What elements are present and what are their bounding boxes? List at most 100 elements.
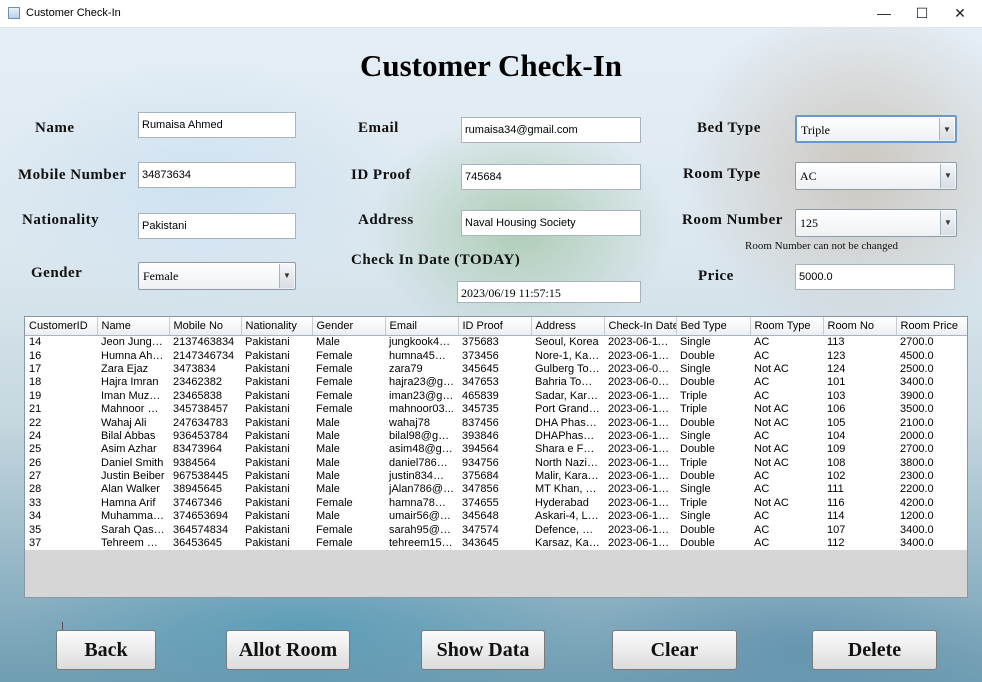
table-cell: 3400.0 bbox=[896, 376, 967, 390]
column-header[interactable]: Address bbox=[531, 317, 605, 336]
room-number-note: Room Number can not be changed bbox=[745, 240, 899, 252]
table-cell: AC bbox=[750, 429, 823, 444]
table-cell: AC bbox=[750, 523, 823, 537]
back-button[interactable]: Back bbox=[56, 630, 156, 670]
table-cell: 23462382 bbox=[169, 376, 241, 390]
close-icon[interactable]: ✕ bbox=[952, 5, 968, 21]
mobile-label: Mobile Number bbox=[18, 167, 127, 183]
table-cell: 23465838 bbox=[169, 389, 241, 403]
bed-type-select[interactable]: Triple ▼ bbox=[795, 115, 957, 143]
gender-select[interactable]: Female ▼ bbox=[138, 262, 296, 290]
table-cell: 22 bbox=[25, 416, 97, 430]
customer-table[interactable]: CustomerID Name Mobile No Nationality Gender… bbox=[24, 316, 968, 598]
column-header[interactable]: Bed Type bbox=[676, 317, 751, 336]
table-cell: 111 bbox=[823, 483, 896, 497]
address-label: Address bbox=[358, 212, 414, 228]
window-title: Customer Check-In bbox=[26, 7, 121, 19]
price-field[interactable]: 5000.0 bbox=[795, 264, 955, 290]
table-row[interactable]: 33 Hamna Arif 37467346 Pakistani Female hamna… bbox=[25, 496, 967, 511]
table-cell: Single bbox=[676, 429, 750, 444]
chevron-down-icon[interactable]: ▼ bbox=[279, 264, 294, 288]
table-cell: 37 bbox=[25, 536, 97, 551]
table-cell: Port Grand, ... bbox=[531, 402, 604, 417]
table-cell: Not AC bbox=[750, 416, 823, 430]
table-cell: hamna78@g... bbox=[385, 496, 458, 511]
table-row[interactable]: 28 Alan Walker 38945645 Pakistani Male jAlan7… bbox=[25, 483, 967, 497]
table-row[interactable]: 24 Bilal Abbas 936453784 Pakistani Male bilal… bbox=[25, 429, 967, 444]
table-header: CustomerID Name Mobile No Nationality Gender… bbox=[25, 317, 967, 336]
column-header[interactable]: Mobile No bbox=[169, 317, 242, 336]
column-header[interactable]: Email bbox=[385, 317, 459, 336]
column-header[interactable]: ID Proof bbox=[458, 317, 532, 336]
table-cell: Male bbox=[312, 483, 385, 497]
name-field[interactable]: Rumaisa Ahmed bbox=[138, 112, 296, 138]
id-proof-label: ID Proof bbox=[351, 167, 411, 183]
table-cell: 2300.0 bbox=[896, 469, 967, 484]
column-header[interactable]: Gender bbox=[312, 317, 386, 336]
table-cell: Double bbox=[676, 469, 750, 484]
show-data-button[interactable]: Show Data bbox=[421, 630, 545, 670]
address-field[interactable]: Naval Housing Society bbox=[461, 210, 641, 236]
table-cell: Pakistani bbox=[241, 510, 312, 524]
table-row[interactable]: 25 Asim Azhar 83473964 Pakistani Male asim48@… bbox=[25, 443, 967, 457]
column-header[interactable]: Name bbox=[97, 317, 170, 336]
maximize-icon[interactable]: ☐ bbox=[914, 5, 930, 21]
table-cell: Single bbox=[676, 362, 750, 377]
table-cell: 2023-06-14 0... bbox=[604, 523, 676, 537]
column-header[interactable]: Nationality bbox=[241, 317, 313, 336]
allot-room-button[interactable]: Allot Room bbox=[226, 630, 350, 670]
column-header[interactable]: Room No bbox=[823, 317, 897, 336]
column-header[interactable]: CustomerID bbox=[25, 317, 98, 336]
nationality-field[interactable]: Pakistani bbox=[138, 213, 296, 239]
table-cell: AC bbox=[750, 376, 823, 390]
table-cell: 3400.0 bbox=[896, 536, 967, 551]
table-cell: 2137463834 bbox=[169, 335, 241, 350]
table-cell: 106 bbox=[823, 402, 896, 417]
chevron-down-icon[interactable]: ▼ bbox=[939, 118, 954, 140]
table-cell: AC bbox=[750, 536, 823, 551]
table-row[interactable]: 21 Mahnoor Mu... 345738457 Pakistani Female m… bbox=[25, 402, 967, 417]
table-row[interactable]: 16 Humna Ahm... 2147346734 Pakistani Female h… bbox=[25, 349, 967, 363]
email-field[interactable]: rumaisa34@gmail.com bbox=[461, 117, 641, 143]
table-cell: 109 bbox=[823, 443, 896, 457]
table-row[interactable]: 26 Daniel Smith 9384564 Pakistani Male daniel… bbox=[25, 456, 967, 470]
table-cell: Male bbox=[312, 469, 385, 484]
table-row[interactable]: 22 Wahaj Ali 247634783 Pakistani Male wahaj78… bbox=[25, 416, 967, 430]
column-header[interactable]: Check-In Date bbox=[604, 317, 677, 336]
id-proof-field[interactable]: 745684 bbox=[461, 164, 641, 190]
chevron-down-icon[interactable]: ▼ bbox=[940, 211, 955, 235]
room-number-select[interactable]: 125 ▼ bbox=[795, 209, 957, 237]
column-header[interactable]: Room Type bbox=[750, 317, 824, 336]
table-cell: AC bbox=[750, 469, 823, 484]
delete-button[interactable]: Delete bbox=[812, 630, 937, 670]
table-cell: AC bbox=[750, 483, 823, 497]
table-cell: zara79 bbox=[385, 362, 458, 377]
table-cell: 2200.0 bbox=[896, 483, 967, 497]
table-row[interactable]: 17 Zara Ejaz 3473834 Pakistani Female zara79 3… bbox=[25, 362, 967, 377]
table-cell: AC bbox=[750, 389, 823, 403]
name-label: Name bbox=[35, 120, 75, 136]
table-row[interactable]: 14 Jeon Jungko... 2137463834 Pakistani Male j… bbox=[25, 335, 967, 350]
table-row[interactable]: 34 Muhammad ... 374653694 Pakistani Male umai… bbox=[25, 510, 967, 524]
table-cell: 837456 bbox=[458, 416, 531, 430]
mobile-field[interactable]: 34873634 bbox=[138, 162, 296, 188]
table-cell: AC bbox=[750, 349, 823, 363]
page-title: Customer Check-In bbox=[359, 48, 623, 83]
column-header[interactable]: Room Price bbox=[896, 317, 967, 336]
table-cell: Female bbox=[312, 389, 385, 403]
table-row[interactable]: 18 Hajra Imran 23462382 Pakistani Female hajr… bbox=[25, 376, 967, 390]
chevron-down-icon[interactable]: ▼ bbox=[940, 164, 955, 188]
table-cell: 2700.0 bbox=[896, 443, 967, 457]
table-row[interactable]: 19 Iman Muzaffar 23465838 Pakistani Female im… bbox=[25, 389, 967, 403]
table-row[interactable]: 37 Tehreem Rao 36453645 Pakistani Female tehr… bbox=[25, 536, 967, 551]
table-cell: 9384564 bbox=[169, 456, 241, 470]
room-type-select[interactable]: AC ▼ bbox=[795, 162, 957, 190]
table-row[interactable]: 27 Justin Beiber 967538445 Pakistani Male jus… bbox=[25, 469, 967, 484]
table-cell: Not AC bbox=[750, 362, 823, 377]
minimize-icon[interactable]: — bbox=[876, 5, 892, 21]
table-cell: 2023-06-18 1... bbox=[604, 469, 676, 484]
table-cell: 2023-06-18 1... bbox=[604, 456, 676, 470]
clear-button[interactable]: Clear bbox=[612, 630, 737, 670]
table-row[interactable]: 35 Sarah Qasim 364574834 Pakistani Female sar… bbox=[25, 523, 967, 537]
table-cell: 14 bbox=[25, 335, 97, 350]
